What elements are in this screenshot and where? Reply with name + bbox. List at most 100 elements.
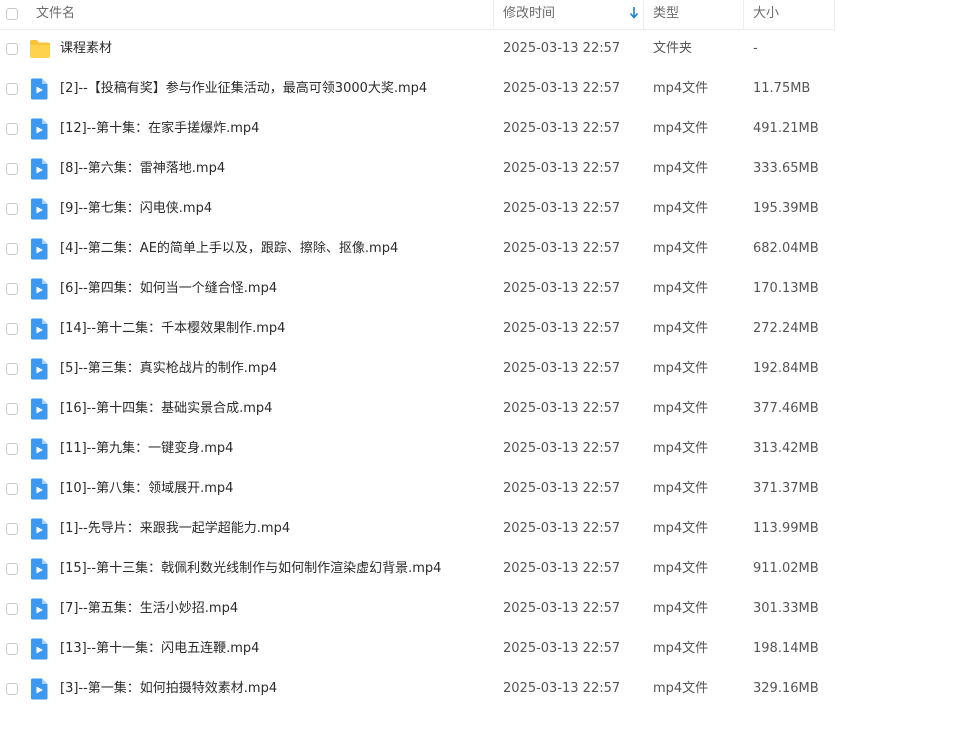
file-row[interactable]: [7]--第五集：生活小妙招.mp4 2025-03-13 22:57 mp4文件 3… bbox=[0, 589, 835, 629]
file-size: 198.14MB bbox=[753, 641, 819, 656]
column-divider[interactable] bbox=[743, 0, 744, 29]
select-all-checkbox[interactable] bbox=[6, 8, 18, 20]
video-file-icon bbox=[31, 638, 48, 660]
file-name[interactable]: [9]--第七集：闪电侠.mp4 bbox=[60, 189, 212, 229]
row-checkbox[interactable] bbox=[6, 83, 18, 95]
file-type: mp4文件 bbox=[653, 81, 709, 96]
file-name[interactable]: [6]--第四集：如何当一个缝合怪.mp4 bbox=[60, 269, 277, 309]
column-header-name[interactable]: 文件名 bbox=[36, 0, 75, 29]
file-row[interactable]: [5]--第三集：真实枪战片的制作.mp4 2025-03-13 22:57 mp4… bbox=[0, 349, 835, 389]
row-checkbox[interactable] bbox=[6, 363, 18, 375]
file-row[interactable]: [16]--第十四集：基础实景合成.mp4 2025-03-13 22:57 mp4… bbox=[0, 389, 835, 429]
file-row[interactable]: [3]--第一集：如何拍摄特效素材.mp4 2025-03-13 22:57 mp4… bbox=[0, 669, 835, 709]
file-row[interactable]: [9]--第七集：闪电侠.mp4 2025-03-13 22:57 mp4文件 195… bbox=[0, 189, 835, 229]
file-name[interactable]: [3]--第一集：如何拍摄特效素材.mp4 bbox=[60, 669, 277, 709]
column-divider[interactable] bbox=[643, 0, 644, 29]
row-checkbox[interactable] bbox=[6, 323, 18, 335]
row-checkbox[interactable] bbox=[6, 283, 18, 295]
modified-time: 2025-03-13 22:57 bbox=[503, 521, 621, 536]
file-name[interactable]: [16]--第十四集：基础实景合成.mp4 bbox=[60, 389, 272, 429]
modified-time: 2025-03-13 22:57 bbox=[503, 241, 621, 256]
folder-icon bbox=[30, 40, 50, 58]
file-size: 192.84MB bbox=[753, 361, 819, 376]
column-header-size[interactable]: 大小 bbox=[753, 0, 779, 29]
file-type: mp4文件 bbox=[653, 201, 709, 216]
video-file-icon bbox=[31, 398, 48, 420]
file-name[interactable]: [7]--第五集：生活小妙招.mp4 bbox=[60, 589, 238, 629]
row-checkbox[interactable] bbox=[6, 603, 18, 615]
video-file-icon bbox=[31, 318, 48, 340]
file-type: 文件夹 bbox=[653, 41, 693, 56]
file-row[interactable]: [11]--第九集：一键变身.mp4 2025-03-13 22:57 mp4文件 3… bbox=[0, 429, 835, 469]
file-row[interactable]: [10]--第八集：领域展开.mp4 2025-03-13 22:57 mp4文件 3… bbox=[0, 469, 835, 509]
row-checkbox[interactable] bbox=[6, 683, 18, 695]
row-checkbox[interactable] bbox=[6, 483, 18, 495]
modified-time: 2025-03-13 22:57 bbox=[503, 441, 621, 456]
file-name[interactable]: 课程素材 bbox=[60, 29, 112, 69]
file-type: mp4文件 bbox=[653, 401, 709, 416]
file-type: mp4文件 bbox=[653, 521, 709, 536]
video-file-icon bbox=[31, 158, 48, 180]
file-size: 491.21MB bbox=[753, 121, 819, 136]
row-checkbox[interactable] bbox=[6, 203, 18, 215]
row-checkbox[interactable] bbox=[6, 243, 18, 255]
file-size: 272.24MB bbox=[753, 321, 819, 336]
column-header-type[interactable]: 类型 bbox=[653, 0, 679, 29]
modified-time: 2025-03-13 22:57 bbox=[503, 361, 621, 376]
file-name[interactable]: [2]--【投稿有奖】参与作业征集活动，最高可领3000大奖.mp4 bbox=[60, 69, 427, 109]
file-name[interactable]: [15]--第十三集：戟佩利数光线制作与如何制作渲染虚幻背景.mp4 bbox=[60, 549, 441, 589]
column-divider[interactable] bbox=[834, 0, 835, 29]
file-row[interactable]: [1]--先导片：来跟我一起学超能力.mp4 2025-03-13 22:57 mp… bbox=[0, 509, 835, 549]
file-row[interactable]: [14]--第十二集：千本樱效果制作.mp4 2025-03-13 22:57 mp… bbox=[0, 309, 835, 349]
file-name[interactable]: [11]--第九集：一键变身.mp4 bbox=[60, 429, 233, 469]
video-file-icon bbox=[31, 438, 48, 460]
file-name[interactable]: [10]--第八集：领域展开.mp4 bbox=[60, 469, 233, 509]
file-name[interactable]: [1]--先导片：来跟我一起学超能力.mp4 bbox=[60, 509, 290, 549]
video-file-icon bbox=[31, 478, 48, 500]
row-checkbox[interactable] bbox=[6, 563, 18, 575]
file-size: 301.33MB bbox=[753, 601, 819, 616]
video-file-icon bbox=[31, 198, 48, 220]
file-size: 195.39MB bbox=[753, 201, 819, 216]
file-size: 113.99MB bbox=[753, 521, 819, 536]
modified-time: 2025-03-13 22:57 bbox=[503, 401, 621, 416]
column-divider[interactable] bbox=[493, 0, 494, 29]
file-row[interactable]: [2]--【投稿有奖】参与作业征集活动，最高可领3000大奖.mp4 2025-0… bbox=[0, 69, 835, 109]
file-name[interactable]: [12]--第十集：在家手搓爆炸.mp4 bbox=[60, 109, 259, 149]
row-checkbox[interactable] bbox=[6, 643, 18, 655]
column-header-modified[interactable]: 修改时间 bbox=[503, 0, 555, 29]
file-size: 333.65MB bbox=[753, 161, 819, 176]
file-row[interactable]: [15]--第十三集：戟佩利数光线制作与如何制作渲染虚幻背景.mp4 2025-0… bbox=[0, 549, 835, 589]
modified-time: 2025-03-13 22:57 bbox=[503, 681, 621, 696]
file-list-header: 文件名 修改时间 类型 大小 bbox=[0, 0, 835, 30]
file-type: mp4文件 bbox=[653, 241, 709, 256]
file-row[interactable]: [13]--第十一集：闪电五连鞭.mp4 2025-03-13 22:57 mp4文… bbox=[0, 629, 835, 669]
row-checkbox[interactable] bbox=[6, 43, 18, 55]
video-file-icon bbox=[31, 518, 48, 540]
file-row[interactable]: [8]--第六集：雷神落地.mp4 2025-03-13 22:57 mp4文件 33… bbox=[0, 149, 835, 189]
file-name[interactable]: [14]--第十二集：千本樱效果制作.mp4 bbox=[60, 309, 285, 349]
file-row[interactable]: [6]--第四集：如何当一个缝合怪.mp4 2025-03-13 22:57 mp4… bbox=[0, 269, 835, 309]
modified-time: 2025-03-13 22:57 bbox=[503, 601, 621, 616]
file-row[interactable]: [4]--第二集：AE的简单上手以及，跟踪、擦除、抠像.mp4 2025-03-1… bbox=[0, 229, 835, 269]
row-checkbox[interactable] bbox=[6, 163, 18, 175]
sort-descending-icon[interactable] bbox=[629, 6, 639, 20]
file-name[interactable]: [4]--第二集：AE的简单上手以及，跟踪、擦除、抠像.mp4 bbox=[60, 229, 398, 269]
file-type: mp4文件 bbox=[653, 641, 709, 656]
row-checkbox[interactable] bbox=[6, 403, 18, 415]
row-checkbox[interactable] bbox=[6, 123, 18, 135]
file-name[interactable]: [13]--第十一集：闪电五连鞭.mp4 bbox=[60, 629, 259, 669]
file-size: 170.13MB bbox=[753, 281, 819, 296]
file-name[interactable]: [8]--第六集：雷神落地.mp4 bbox=[60, 149, 225, 189]
video-file-icon bbox=[31, 78, 48, 100]
modified-time: 2025-03-13 22:57 bbox=[503, 121, 621, 136]
row-checkbox[interactable] bbox=[6, 523, 18, 535]
modified-time: 2025-03-13 22:57 bbox=[503, 641, 621, 656]
video-file-icon bbox=[31, 118, 48, 140]
file-size: 329.16MB bbox=[753, 681, 819, 696]
file-name[interactable]: [5]--第三集：真实枪战片的制作.mp4 bbox=[60, 349, 277, 389]
file-row[interactable]: 课程素材 2025-03-13 22:57 文件夹 - bbox=[0, 29, 835, 69]
file-size: 911.02MB bbox=[753, 561, 819, 576]
file-row[interactable]: [12]--第十集：在家手搓爆炸.mp4 2025-03-13 22:57 mp4文… bbox=[0, 109, 835, 149]
row-checkbox[interactable] bbox=[6, 443, 18, 455]
